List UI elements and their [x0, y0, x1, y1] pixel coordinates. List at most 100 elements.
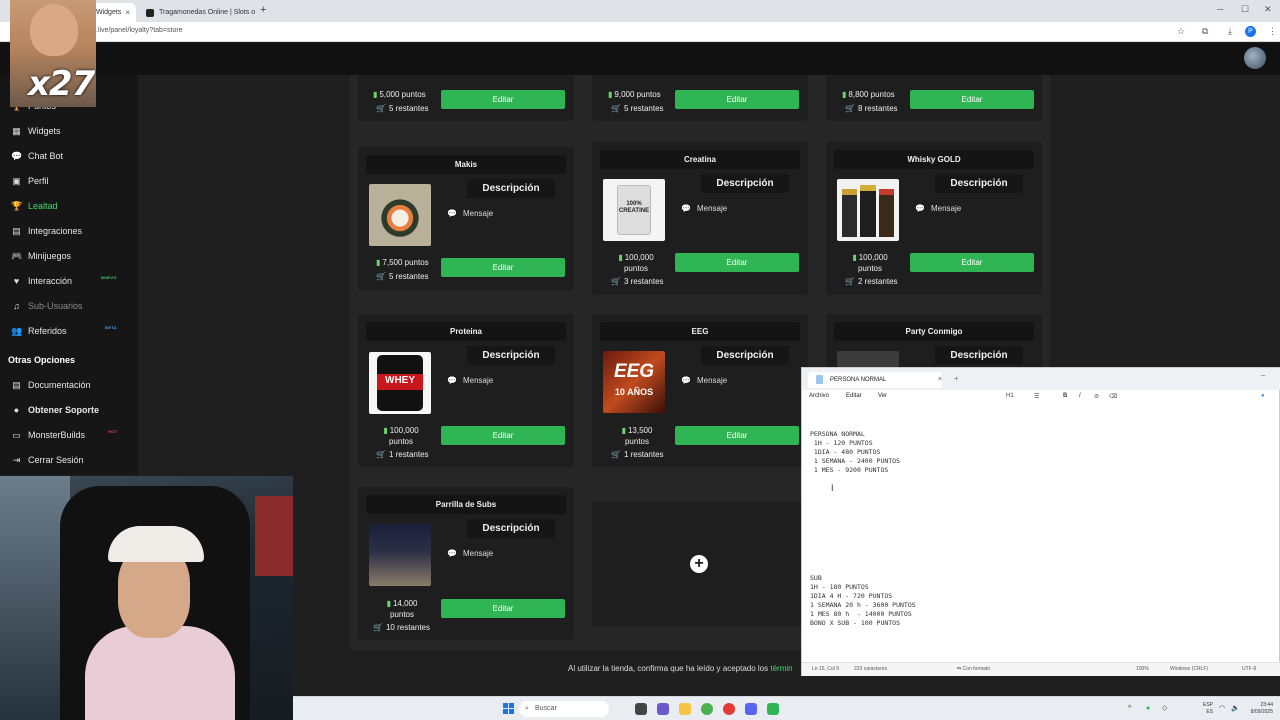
points-label: ▮ 100,000 puntos — [618, 253, 654, 273]
windows-start-icon[interactable] — [503, 703, 514, 714]
close-icon[interactable]: × — [255, 8, 258, 17]
sidebar-item-label: Chat Bot — [28, 151, 64, 161]
notepad-tab[interactable]: PERSONA NORMAL × — [808, 372, 942, 388]
task-view-icon[interactable] — [635, 703, 647, 715]
sidebar-item-documentacion[interactable]: ▤ Documentación — [11, 375, 90, 395]
terms-notice: Al utilizar la tienda, confirma que ha l… — [568, 664, 793, 673]
coin-icon: ▮ — [383, 426, 388, 435]
terms-link[interactable]: términ — [770, 664, 792, 673]
wifi-icon[interactable]: ◠ — [1219, 705, 1225, 712]
tray-app-icon[interactable]: ● — [1146, 705, 1150, 712]
bookmark-star-icon[interactable]: ☆ — [1177, 26, 1185, 37]
logout-icon: ⇥ — [12, 454, 21, 465]
notepad-tab-title: PERSONA NORMAL — [830, 377, 887, 383]
remaining-label: 🛒 8 restantes — [845, 104, 898, 113]
coin-icon: ▮ — [618, 253, 623, 262]
edit-button[interactable]: Editar — [441, 258, 565, 277]
copilot-icon[interactable]: ● — [1261, 393, 1265, 399]
menu-kebab-icon[interactable]: ⋮ — [1268, 26, 1277, 37]
avatar[interactable] — [1244, 47, 1266, 69]
taskbar-search[interactable]: ⌕ Buscar — [519, 701, 609, 717]
card-title: Party Conmigo — [834, 322, 1034, 341]
clear-format-icon[interactable]: ⌫ — [1109, 393, 1117, 400]
chrome-icon[interactable] — [701, 703, 713, 715]
edit-button[interactable]: Editar — [675, 426, 799, 445]
volume-icon[interactable]: 🔈 — [1231, 705, 1240, 712]
browser-tab-widgets[interactable]: Widgets × — [90, 3, 136, 22]
notepad-text-area[interactable]: PERSONA NORMAL 1H - 120 PUNTOS 1DIA - 48… — [810, 412, 916, 646]
notepad-content-normal: PERSONA NORMAL 1H - 120 PUNTOS 1DIA - 48… — [810, 430, 901, 474]
sidebar-item-sub-usuarios[interactable]: ♫ Sub-Usuarios — [11, 296, 82, 316]
italic-button[interactable]: I — [1079, 393, 1081, 399]
edit-button[interactable]: Editar — [910, 253, 1034, 272]
window-close-icon[interactable]: ✕ — [1264, 4, 1272, 15]
description-label: Descripción — [467, 346, 555, 365]
bold-button[interactable]: B — [1063, 393, 1067, 399]
discord-icon[interactable] — [745, 703, 757, 715]
edit-button[interactable]: Editar — [441, 599, 565, 618]
close-icon[interactable]: × — [938, 372, 942, 388]
link-icon[interactable]: ⊘ — [1094, 393, 1099, 400]
menu-editar[interactable]: Editar — [846, 393, 862, 399]
new-tab-plus-icon[interactable]: + — [954, 374, 959, 383]
sidebar-item-chat-bot[interactable]: 💬 Chat Bot — [11, 146, 63, 166]
notepad-app-icon[interactable] — [767, 703, 779, 715]
notepad-menubar: Archivo Editar Ver H1 ☰ B I ⊘ ⌫ ● — [802, 390, 1280, 406]
line-ending: Windows (CRLF) — [1170, 666, 1209, 672]
sidebar-item-label: Referidos — [28, 326, 67, 336]
edit-button[interactable]: Editar — [675, 253, 799, 272]
card-title: Makis — [366, 155, 566, 174]
points-label: ▮ 100,000 puntos — [383, 426, 419, 446]
sidebar-item-monsterbuilds[interactable]: ▭ MonsterBuilds — [11, 425, 85, 445]
url-field[interactable]: .live/panel/loyalty?tab=store — [96, 27, 183, 34]
emote-overlay: x27 — [10, 0, 96, 107]
sidebar-item-lealtad[interactable]: 🏆 Lealtad — [11, 196, 58, 216]
text-cursor-icon: I — [831, 483, 834, 493]
minimize-icon[interactable]: ─ — [1217, 4, 1223, 14]
cart-icon: 🛒 — [611, 277, 621, 286]
download-icon[interactable]: ⤓ — [1228, 26, 1232, 37]
edit-button[interactable]: Editar — [675, 90, 799, 109]
menu-ver[interactable]: Ver — [878, 393, 887, 399]
file-explorer-icon[interactable] — [679, 703, 691, 715]
sidebar-item-label: Integraciones — [28, 226, 83, 236]
edit-button[interactable]: Editar — [441, 426, 565, 445]
plus-circle-icon[interactable]: + — [690, 555, 708, 573]
browser-tab-strip: Widgets × Tragamonedas Online | Slots o … — [0, 0, 1280, 22]
sidebar-item-soporte[interactable]: ● Obtener Soporte — [11, 400, 99, 420]
sidebar-item-cerrar-sesion[interactable]: ⇥ Cerrar Sesión — [11, 450, 84, 470]
copilot-app-icon[interactable] — [657, 703, 669, 715]
list-icon[interactable]: ☰ — [1034, 393, 1039, 400]
remaining-label: 🛒 1 restantes — [376, 450, 429, 459]
monitor-icon: ▭ — [12, 429, 21, 440]
webcam-overlay — [0, 476, 293, 720]
beta-badge: BETA — [105, 325, 117, 330]
card-title: Proteina — [366, 322, 566, 341]
app-icon[interactable] — [723, 703, 735, 715]
edit-button[interactable]: Editar — [441, 90, 565, 109]
sidebar-item-minijuegos[interactable]: 🎮 Minijuegos — [11, 246, 71, 266]
close-icon[interactable]: × — [121, 8, 130, 17]
edit-button[interactable]: Editar — [910, 90, 1034, 109]
remaining-label: 🛒 3 restantes — [611, 277, 664, 286]
tray-chevron-icon[interactable]: ^ — [1128, 705, 1131, 712]
product-image-label: 100% CREATINE — [618, 201, 650, 214]
minimize-icon[interactable]: ─ — [1261, 373, 1265, 379]
new-tab-plus-icon[interactable]: + — [260, 4, 266, 16]
sidebar-item-perfil[interactable]: ▣ Perfil — [11, 171, 48, 191]
sidebar-item-integraciones[interactable]: ▤ Integraciones — [11, 221, 82, 241]
keyboard-language[interactable]: ESP ES — [1203, 702, 1213, 716]
heading-dropdown[interactable]: H1 — [1006, 393, 1014, 399]
sidebar-item-label: Widgets — [28, 126, 61, 136]
maximize-icon[interactable]: ☐ — [1241, 4, 1249, 15]
extensions-icon[interactable]: ⧉ — [1202, 26, 1208, 37]
menu-archivo[interactable]: Archivo — [809, 393, 829, 399]
profile-icon[interactable]: P — [1245, 26, 1256, 37]
sidebar-item-referidos[interactable]: 👥 Referidos — [11, 321, 67, 341]
sidebar-item-label: Lealtad — [28, 201, 58, 211]
sidebar-item-widgets[interactable]: ▦ Widgets — [11, 121, 61, 141]
browser-tab-slots[interactable]: Tragamonedas Online | Slots o × — [140, 3, 258, 22]
sidebar-item-interaccion[interactable]: ♥ Interacción — [11, 271, 72, 291]
tray-network-icon[interactable]: ◇ — [1162, 705, 1167, 712]
clock[interactable]: 23:44 8/09/2025 — [1243, 702, 1273, 716]
